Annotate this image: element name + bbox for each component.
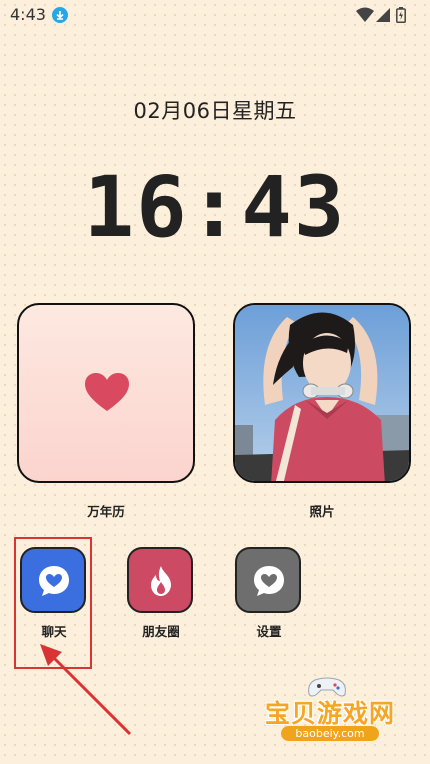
moments-app-label: 朋友圈 bbox=[142, 624, 180, 639]
app-settings[interactable]: 设置 bbox=[235, 547, 303, 639]
calendar-widget[interactable] bbox=[17, 303, 195, 483]
watermark-text: 宝贝游戏网 bbox=[264, 699, 395, 728]
heart-icon bbox=[85, 373, 129, 411]
clock-time: 16:43 bbox=[83, 158, 347, 256]
watermark-url: baobeiy.com bbox=[281, 726, 379, 741]
status-bar: 4:43 bbox=[0, 0, 430, 30]
wifi-icon bbox=[356, 7, 374, 27]
flame-icon bbox=[151, 566, 171, 596]
pointer-arrow-icon bbox=[40, 644, 132, 736]
watermark: 宝贝游戏网 baobeiy.com bbox=[255, 676, 405, 756]
download-icon bbox=[52, 7, 68, 23]
settings-app-label: 设置 bbox=[256, 624, 282, 639]
settings-heart-icon bbox=[254, 566, 284, 596]
calendar-widget-label: 万年历 bbox=[87, 504, 125, 519]
moments-app-icon[interactable] bbox=[127, 547, 193, 613]
status-time: 4:43 bbox=[10, 5, 46, 24]
settings-app-icon[interactable] bbox=[235, 547, 301, 613]
photo-widget[interactable] bbox=[233, 303, 411, 483]
app-moments[interactable]: 朋友圈 bbox=[127, 547, 195, 639]
photo-image bbox=[235, 305, 409, 481]
battery-icon bbox=[396, 7, 406, 27]
signal-icon bbox=[376, 7, 390, 27]
date-label: 02月06日星期五 bbox=[133, 99, 297, 123]
photo-widget-label: 照片 bbox=[309, 504, 335, 519]
